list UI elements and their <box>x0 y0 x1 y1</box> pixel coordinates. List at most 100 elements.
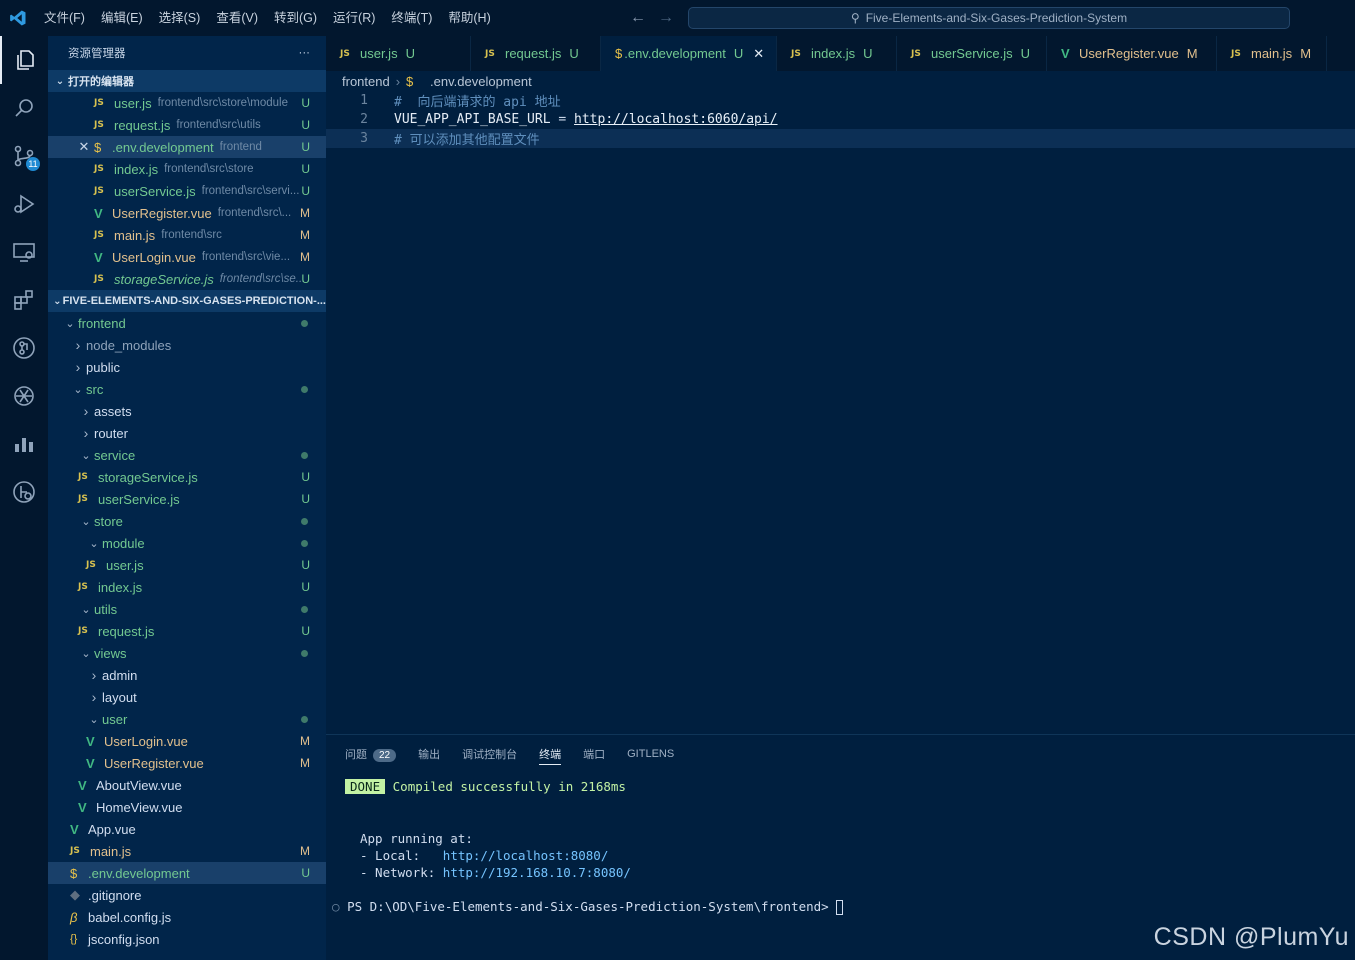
editor-tab[interactable]: JS main.js M <box>1217 36 1327 71</box>
panel-tab[interactable]: 调试控制台 <box>462 746 517 762</box>
tree-item[interactable]: JS user.js U <box>48 554 326 576</box>
breadcrumb-file[interactable]: .env.development <box>430 74 532 89</box>
run-debug-icon[interactable] <box>0 180 48 228</box>
panel-tab[interactable]: 端口 <box>583 746 605 762</box>
tree-item-label: index.js <box>98 579 143 595</box>
editor-tab[interactable]: $ .env.development U ✕ <box>601 36 777 71</box>
chevron-right-icon: › <box>75 359 81 375</box>
remote-explorer-icon[interactable] <box>0 228 48 276</box>
js-file-icon: JS <box>94 274 104 284</box>
editor-tab[interactable]: JS request.js U <box>471 36 601 71</box>
tree-item[interactable]: ◆ .gitignore <box>48 884 326 906</box>
editor-tab[interactable]: V UserRegister.vue M <box>1047 36 1217 71</box>
tree-item[interactable]: β babel.config.js <box>48 906 326 928</box>
tree-item[interactable]: ⌄ service <box>48 444 326 466</box>
open-editor-item[interactable]: JS storageService.js frontend\src\se... U <box>48 268 326 290</box>
tree-item[interactable]: › assets <box>48 400 326 422</box>
menu-item[interactable]: 选择(S) <box>151 0 209 36</box>
local-url-link[interactable]: http://localhost:8080/ <box>443 848 609 863</box>
chatgpt-icon[interactable] <box>0 372 48 420</box>
back-arrow-icon[interactable]: ← <box>630 9 646 27</box>
tree-item[interactable]: › layout <box>48 686 326 708</box>
open-editor-item[interactable]: JS userService.js frontend\src\servi... U <box>48 180 326 202</box>
tree-item[interactable]: JS main.js M <box>48 840 326 862</box>
tree-item[interactable]: V App.vue <box>48 818 326 840</box>
tree-item[interactable]: V UserLogin.vue M <box>48 730 326 752</box>
tree-item-label: service <box>94 447 136 463</box>
tree-item[interactable]: {} jsconfig.json <box>48 928 326 950</box>
vue-file-icon: V <box>70 821 79 837</box>
tree-item[interactable]: JS index.js U <box>48 576 326 598</box>
tree-item[interactable]: ⌄ user <box>48 708 326 730</box>
menu-item[interactable]: 查看(V) <box>208 0 266 36</box>
bar-chart-icon[interactable] <box>0 420 48 468</box>
gitlens-icon[interactable] <box>0 324 48 372</box>
menu-item[interactable]: 转到(G) <box>266 0 325 36</box>
tree-item[interactable]: ⌄ views <box>48 642 326 664</box>
env-file-icon: $ <box>615 46 623 61</box>
line-number: 1 <box>360 93 368 108</box>
command-center-search[interactable]: ⚲ Five-Elements-and-Six-Gases-Prediction… <box>688 7 1290 29</box>
git-history-icon[interactable] <box>0 468 48 516</box>
extensions-icon[interactable] <box>0 276 48 324</box>
tree-item[interactable]: › admin <box>48 664 326 686</box>
code-comment: # 向后端请求的 api 地址 <box>394 95 561 110</box>
tree-item[interactable]: › public <box>48 356 326 378</box>
tree-item[interactable]: V AboutView.vue <box>48 774 326 796</box>
env-url-link[interactable]: http://localhost:6060/api/ <box>574 112 778 127</box>
tree-item[interactable]: ⌄ store <box>48 510 326 532</box>
tree-item[interactable]: ⌄ frontend <box>48 312 326 334</box>
tree-item[interactable]: V HomeView.vue <box>48 796 326 818</box>
explorer-icon[interactable] <box>0 36 48 84</box>
file-path: frontend\src\store\module <box>157 97 288 109</box>
forward-arrow-icon[interactable]: → <box>658 9 674 27</box>
open-editor-item[interactable]: JS index.js frontend\src\store U <box>48 158 326 180</box>
menu-item[interactable]: 终端(T) <box>383 0 440 36</box>
open-editor-item[interactable]: JS main.js frontend\src M <box>48 224 326 246</box>
search-icon[interactable] <box>0 84 48 132</box>
project-header[interactable]: ⌄ FIVE-ELEMENTS-AND-SIX-GASES-PREDICTION… <box>48 290 326 312</box>
tree-item[interactable]: JS request.js U <box>48 620 326 642</box>
prompt-line[interactable]: ○ PS D:\OD\Five-Elements-and-Six-Gases-P… <box>332 899 844 915</box>
close-icon[interactable]: ✕ <box>74 139 94 155</box>
tree-item[interactable]: V UserRegister.vue M <box>48 752 326 774</box>
editor-tab[interactable]: JS index.js U <box>777 36 897 71</box>
terminal-cursor <box>836 900 844 915</box>
panel-tab[interactable]: 输出 <box>418 746 440 762</box>
tree-item-label: user.js <box>106 557 144 573</box>
source-control-icon[interactable]: 11 <box>0 132 48 180</box>
panel-tab[interactable]: 终端 <box>539 746 562 765</box>
panel-tab-label: GITLENS <box>627 748 675 760</box>
network-url-link[interactable]: http://192.168.10.7:8080/ <box>443 865 631 880</box>
tree-item-label: utils <box>94 601 118 617</box>
tree-item[interactable]: › node_modules <box>48 334 326 356</box>
tree-item[interactable]: ⌄ utils <box>48 598 326 620</box>
tree-item[interactable]: $ .env.development U <box>48 862 326 884</box>
panel-tab[interactable]: 问题 22 <box>345 746 397 762</box>
menu-item[interactable]: 运行(R) <box>325 0 383 36</box>
file-tree: ⌄ frontend › node_modules › public ⌄ src › assets… <box>48 312 326 950</box>
open-editor-item[interactable]: JS user.js frontend\src\store\module U <box>48 92 326 114</box>
tree-item[interactable]: ⌄ module <box>48 532 326 554</box>
editor-tab[interactable]: JS user.js U <box>326 36 471 71</box>
tree-item[interactable]: › router <box>48 422 326 444</box>
more-actions-icon[interactable]: ··· <box>299 47 311 59</box>
open-editor-item[interactable]: V UserLogin.vue frontend\src\vie... M <box>48 246 326 268</box>
menu-item[interactable]: 文件(F) <box>36 0 93 36</box>
code-editor[interactable]: 1 # 向后端请求的 api 地址 2 VUE_APP_API_BASE_URL… <box>326 91 1355 731</box>
open-editor-item[interactable]: ✕ $ .env.development frontend U <box>48 136 326 158</box>
tree-item[interactable]: ⌄ src <box>48 378 326 400</box>
close-tab-icon[interactable]: ✕ <box>753 46 764 62</box>
tab-label: .env.development <box>624 46 726 61</box>
menu-item[interactable]: 编辑(E) <box>93 0 151 36</box>
menu-item[interactable]: 帮助(H) <box>440 0 498 36</box>
panel-tab[interactable]: GITLENS <box>627 748 674 760</box>
open-editors-header[interactable]: ⌄ 打开的编辑器 <box>48 70 326 92</box>
open-editor-item[interactable]: JS request.js frontend\src\utils U <box>48 114 326 136</box>
open-editor-item[interactable]: V UserRegister.vue frontend\src\... M <box>48 202 326 224</box>
panel-tab-label: 调试控制台 <box>462 749 518 761</box>
breadcrumb-folder[interactable]: frontend <box>342 74 390 89</box>
tree-item[interactable]: JS storageService.js U <box>48 466 326 488</box>
tree-item[interactable]: JS userService.js U <box>48 488 326 510</box>
editor-tab[interactable]: JS userService.js U <box>897 36 1047 71</box>
